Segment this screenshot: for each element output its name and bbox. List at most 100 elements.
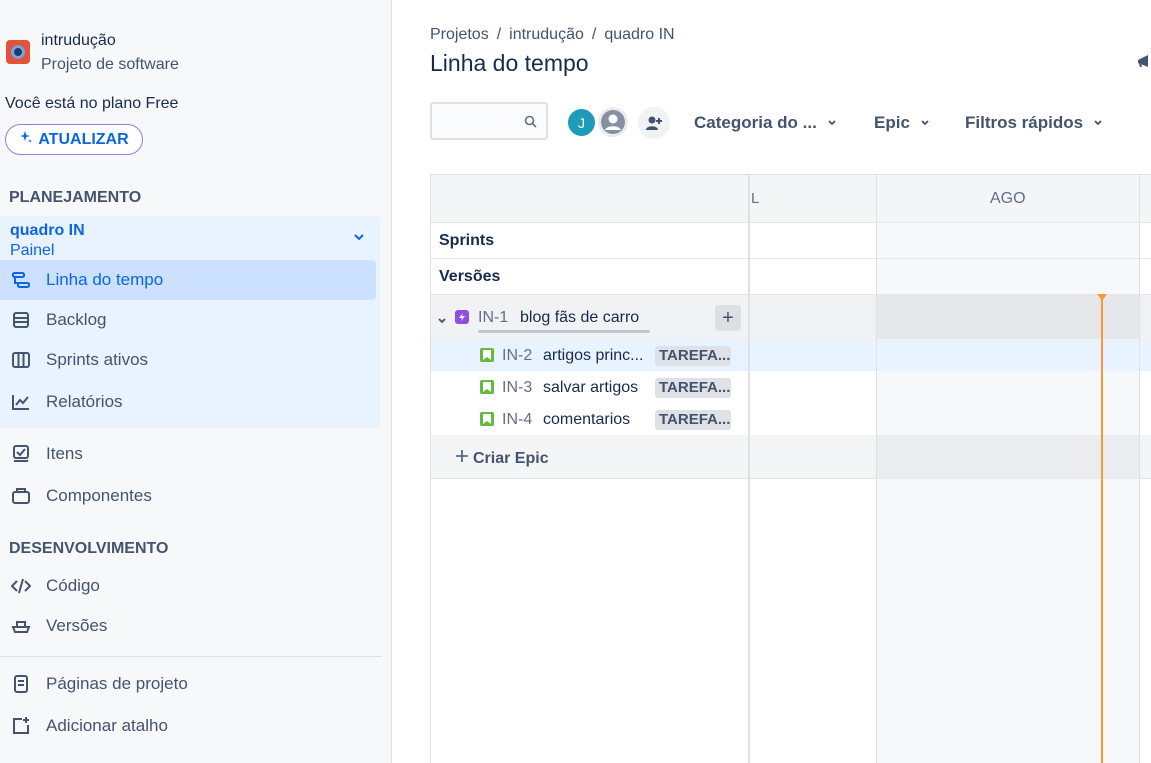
project-name[interactable]: intrudução xyxy=(41,32,116,50)
search-icon xyxy=(524,115,537,133)
section-planning-title: PLANEJAMENTO xyxy=(9,189,142,206)
sidebar-item-timeline[interactable]: Linha do tempo xyxy=(0,260,376,300)
sidebar-item-project-pages[interactable]: Páginas de projeto xyxy=(0,664,376,704)
add-people-icon[interactable] xyxy=(638,107,670,139)
create-epic-label: Criar Epic xyxy=(473,449,549,467)
sidebar: intrudução Projeto de software Você está… xyxy=(0,0,392,763)
board-subtitle: Painel xyxy=(10,242,55,259)
unassigned-avatar-icon[interactable] xyxy=(596,105,630,139)
board-name[interactable]: quadro IN xyxy=(10,222,85,240)
add-child-issue-button[interactable]: + xyxy=(715,305,741,331)
epic-filter-button[interactable]: Epic xyxy=(874,113,930,133)
row-divider xyxy=(431,294,1151,295)
section-development-title: DESENVOLVIMENTO xyxy=(9,540,169,557)
status-badge[interactable]: TAREFA... xyxy=(655,378,731,398)
breadcrumb: Projetos / intrudução / quadro IN xyxy=(430,26,675,44)
issue-title[interactable]: artigos princ... xyxy=(543,347,643,365)
breadcrumb-separator: / xyxy=(591,26,597,43)
breadcrumb-item[interactable]: quadro IN xyxy=(604,26,674,44)
filter-label: Epic xyxy=(874,113,910,132)
sprints-row-label[interactable]: Sprints xyxy=(439,232,494,250)
sidebar-item-label: Páginas de projeto xyxy=(46,674,188,693)
code-icon xyxy=(10,575,32,597)
sidebar-item-issues[interactable]: Itens xyxy=(0,434,376,474)
month-label-jul: L xyxy=(751,190,760,207)
upgrade-label: ATUALIZAR xyxy=(38,130,129,148)
epic-key[interactable]: IN-1 xyxy=(478,309,508,327)
page-icon xyxy=(10,673,32,695)
issue-key[interactable]: IN-3 xyxy=(502,379,532,397)
category-filter-button[interactable]: Categoria do ... xyxy=(694,113,837,133)
sidebar-item-label: Código xyxy=(46,576,100,595)
epic-progress-bar xyxy=(478,330,650,333)
sidebar-item-backlog[interactable]: Backlog xyxy=(0,300,376,340)
upgrade-button[interactable]: ATUALIZAR xyxy=(5,124,143,155)
sidebar-item-active-sprints[interactable]: Sprints ativos xyxy=(0,340,376,380)
create-row-aug-cell xyxy=(877,435,1139,479)
issues-icon xyxy=(10,443,32,465)
chevron-down-icon xyxy=(920,113,930,133)
sidebar-item-label: Linha do tempo xyxy=(46,270,164,289)
sidebar-item-label: Itens xyxy=(46,444,83,463)
sidebar-item-label: Sprints ativos xyxy=(46,350,149,369)
breadcrumb-separator: / xyxy=(496,26,502,43)
row-divider xyxy=(431,258,1151,259)
sidebar-item-label: Relatórios xyxy=(46,392,123,411)
sidebar-item-label: Versões xyxy=(46,616,108,635)
filter-label: Filtros rápidos xyxy=(965,113,1084,132)
components-icon xyxy=(10,485,32,507)
sidebar-item-components[interactable]: Componentes xyxy=(0,476,376,516)
story-icon xyxy=(480,348,494,362)
selected-issue-row[interactable] xyxy=(431,339,1151,371)
month-separator xyxy=(1139,175,1140,763)
sidebar-item-add-shortcut[interactable]: Adicionar atalho xyxy=(0,706,376,746)
timeline-icon xyxy=(10,269,32,291)
board-columns-icon xyxy=(10,349,32,371)
quick-filters-button[interactable]: Filtros rápidos xyxy=(965,113,1103,133)
chevron-down-icon xyxy=(1093,113,1103,133)
sidebar-item-label: Componentes xyxy=(46,486,152,505)
versions-row-label[interactable]: Versões xyxy=(439,268,500,286)
epic-icon xyxy=(455,310,469,324)
sidebar-item-code[interactable]: Código xyxy=(0,566,376,606)
backlog-icon xyxy=(10,309,32,331)
user-avatar[interactable]: J xyxy=(566,107,597,138)
plan-text: Você está no plano Free xyxy=(5,95,179,112)
ship-icon xyxy=(10,615,32,637)
timeline-header xyxy=(431,175,1151,223)
status-badge[interactable]: TAREFA... xyxy=(655,410,731,430)
status-badge[interactable]: TAREFA... xyxy=(655,346,731,366)
sidebar-item-label: Adicionar atalho xyxy=(46,716,168,735)
sparkle-icon xyxy=(19,130,33,149)
epic-row-aug-cell xyxy=(877,295,1139,339)
sidebar-divider xyxy=(0,656,382,657)
filter-label: Categoria do ... xyxy=(694,113,817,132)
reports-icon xyxy=(10,391,32,413)
month-separator xyxy=(876,175,877,763)
breadcrumb-item[interactable]: Projetos xyxy=(430,26,489,44)
month-label-aug: AGO xyxy=(990,190,1026,207)
story-icon xyxy=(480,412,494,426)
issue-title[interactable]: salvar artigos xyxy=(543,379,638,397)
create-epic-button[interactable]: Criar Epic xyxy=(455,449,549,468)
list-column-separator[interactable] xyxy=(748,175,750,763)
chevron-down-icon xyxy=(827,113,837,133)
issue-key[interactable]: IN-4 xyxy=(502,411,532,429)
epic-title[interactable]: blog fãs de carro xyxy=(520,309,639,327)
issue-title[interactable]: comentarios xyxy=(543,411,630,429)
project-avatar-icon[interactable] xyxy=(6,40,30,64)
story-icon xyxy=(480,380,494,394)
plus-icon xyxy=(455,449,469,468)
breadcrumb-item[interactable]: intrudução xyxy=(509,26,584,44)
megaphone-icon[interactable] xyxy=(1136,52,1151,72)
add-shortcut-icon xyxy=(10,715,32,737)
search-input[interactable] xyxy=(430,102,548,140)
chevron-down-icon[interactable] xyxy=(352,230,366,244)
today-marker-line xyxy=(1101,297,1103,763)
chevron-down-icon[interactable] xyxy=(437,313,447,331)
sidebar-item-reports[interactable]: Relatórios xyxy=(0,382,376,422)
sidebar-item-releases[interactable]: Versões xyxy=(0,606,376,646)
issue-key[interactable]: IN-2 xyxy=(502,347,532,365)
row-divider xyxy=(431,222,1151,223)
sidebar-item-label: Backlog xyxy=(46,310,107,329)
